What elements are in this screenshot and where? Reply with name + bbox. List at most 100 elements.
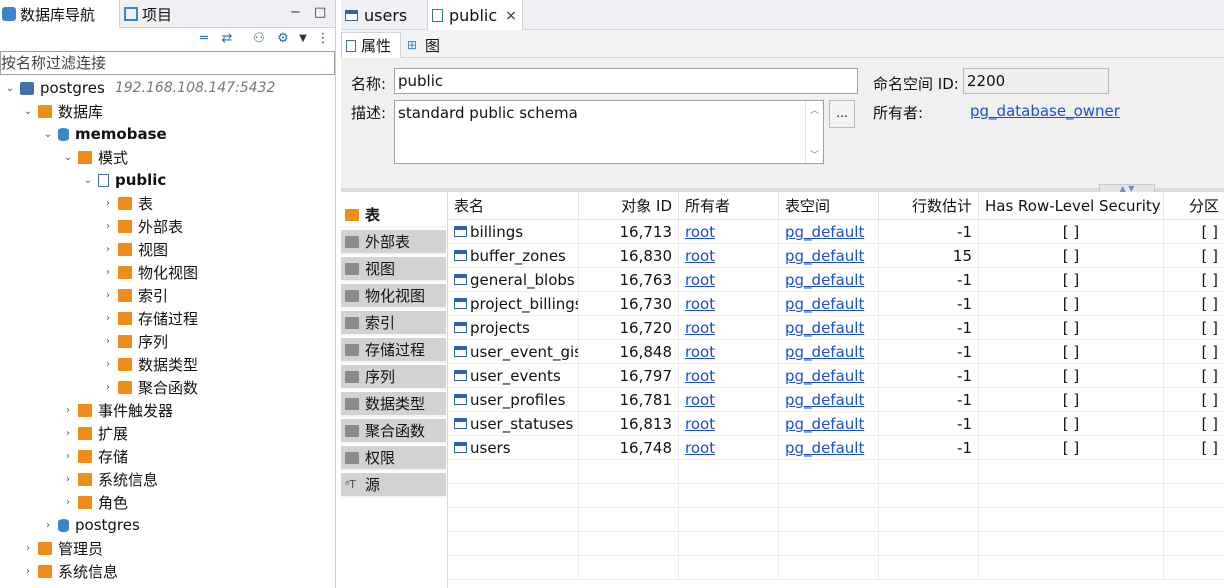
cell-owner-link[interactable]: root bbox=[679, 220, 779, 244]
tab-projects[interactable]: 项目 bbox=[122, 0, 202, 28]
cell-owner-link[interactable]: root bbox=[679, 268, 779, 292]
tree-node-system-info[interactable]: › 系统信息 bbox=[62, 468, 158, 490]
cell-tablespace-link[interactable]: pg_default bbox=[779, 412, 879, 436]
new-connection-icon[interactable]: ⚇ bbox=[250, 31, 268, 47]
column-header-partition[interactable]: 分区 bbox=[1164, 192, 1224, 220]
chevron-right-icon[interactable]: › bbox=[22, 543, 34, 554]
column-header-row-estimate[interactable]: 行数估计 bbox=[879, 192, 979, 220]
cell-tablespace-link[interactable]: pg_default bbox=[779, 268, 879, 292]
folder-item-procedures[interactable]: 存储过程 bbox=[341, 338, 446, 363]
tree-node-foreign-tables[interactable]: › 外部表 bbox=[102, 215, 183, 237]
chevron-right-icon[interactable]: › bbox=[102, 313, 114, 324]
edit-description-button[interactable]: ... bbox=[829, 100, 855, 128]
chevron-down-icon[interactable]: ▼ bbox=[294, 31, 312, 47]
chevron-right-icon[interactable]: › bbox=[102, 290, 114, 301]
cell-tablespace-link[interactable]: pg_default bbox=[779, 340, 879, 364]
folder-item-aggregates[interactable]: 聚合函数 bbox=[341, 419, 446, 444]
owner-link[interactable]: pg_database_owner bbox=[970, 102, 1120, 120]
chevron-right-icon[interactable]: › bbox=[102, 359, 114, 370]
table-row[interactable]: users 16,748 root pg_default -1[ ][ ] bbox=[448, 436, 1224, 460]
connect-icon[interactable]: ⚙ bbox=[274, 31, 292, 47]
tree-node-administrators[interactable]: › 管理员 bbox=[22, 537, 103, 559]
cell-tablespace-link[interactable]: pg_default bbox=[779, 244, 879, 268]
tree-node-extensions[interactable]: › 扩展 bbox=[62, 422, 128, 444]
cell-owner-link[interactable]: root bbox=[679, 436, 779, 460]
chevron-right-icon[interactable]: › bbox=[102, 267, 114, 278]
tree-node-schemas[interactable]: ⌄ 模式 bbox=[62, 146, 128, 168]
namespace-id-field[interactable]: 2200 bbox=[963, 68, 1109, 94]
folder-item-sequences[interactable]: 序列 bbox=[341, 365, 446, 390]
chevron-right-icon[interactable]: › bbox=[42, 520, 54, 531]
table-row[interactable]: user_statuses 16,813 root pg_default -1[ ][ … bbox=[448, 412, 1224, 436]
cell-tablespace-link[interactable]: pg_default bbox=[779, 220, 879, 244]
folder-item-indexes[interactable]: 索引 bbox=[341, 311, 446, 336]
cell-owner-link[interactable]: root bbox=[679, 292, 779, 316]
folder-item-materialized-views[interactable]: 物化视图 bbox=[341, 284, 446, 309]
column-header-tablespace[interactable]: 表空间 bbox=[779, 192, 879, 220]
cell-owner-link[interactable]: root bbox=[679, 364, 779, 388]
cell-owner-link[interactable]: root bbox=[679, 244, 779, 268]
tree-node-db-postgres[interactable]: › postgres bbox=[42, 514, 140, 536]
tree-node-tables[interactable]: › 表 bbox=[102, 192, 153, 214]
tree-node-event-triggers[interactable]: › 事件触发器 bbox=[62, 399, 173, 421]
table-row[interactable]: projects 16,720 root pg_default -1[ ][ ] bbox=[448, 316, 1224, 340]
tab-public[interactable]: public × bbox=[427, 0, 523, 31]
tree-node-views[interactable]: › 视图 bbox=[102, 238, 168, 260]
tree-node-databases[interactable]: ⌄ 数据库 bbox=[22, 100, 103, 122]
chevron-down-icon[interactable]: ⌄ bbox=[42, 129, 54, 140]
chevron-right-icon[interactable]: › bbox=[102, 336, 114, 347]
chevron-right-icon[interactable]: › bbox=[22, 566, 34, 577]
column-header-table-name[interactable]: 表名 bbox=[448, 192, 579, 220]
cell-owner-link[interactable]: root bbox=[679, 340, 779, 364]
more-menu-icon[interactable]: ⋮ bbox=[314, 31, 332, 47]
connection-filter-input[interactable]: 按名称过滤连接 bbox=[0, 51, 335, 75]
tree-node-data-types[interactable]: › 数据类型 bbox=[102, 353, 198, 375]
maximize-button[interactable]: □ bbox=[314, 5, 326, 20]
table-row[interactable]: user_events 16,797 root pg_default -1[ ][ ] bbox=[448, 364, 1224, 388]
tab-users[interactable]: users bbox=[341, 0, 425, 30]
cell-owner-link[interactable]: root bbox=[679, 388, 779, 412]
table-row[interactable]: user_event_gists16,848rootpg_default-1[ … bbox=[448, 340, 1224, 364]
tab-database-navigator[interactable]: 数据库导航 bbox=[0, 0, 120, 28]
folder-item-data-types[interactable]: 数据类型 bbox=[341, 392, 446, 417]
chevron-right-icon[interactable]: › bbox=[62, 497, 74, 508]
chevron-right-icon[interactable]: › bbox=[102, 244, 114, 255]
cell-owner-link[interactable]: root bbox=[679, 412, 779, 436]
chevron-right-icon[interactable]: › bbox=[62, 474, 74, 485]
tree-node-indexes[interactable]: › 索引 bbox=[102, 284, 168, 306]
cell-tablespace-link[interactable]: pg_default bbox=[779, 436, 879, 460]
table-row[interactable]: buffer_zones 16,830 root pg_default 15[ ][ ] bbox=[448, 244, 1224, 268]
minimize-button[interactable]: − bbox=[290, 5, 301, 20]
description-field[interactable]: standard public schema ︿ ﹀ bbox=[394, 100, 824, 164]
cell-tablespace-link[interactable]: pg_default bbox=[779, 364, 879, 388]
folder-item-views[interactable]: 视图 bbox=[341, 257, 446, 282]
tree-node-db-memobase[interactable]: ⌄ memobase bbox=[42, 123, 167, 145]
chevron-down-icon[interactable]: ⌄ bbox=[82, 175, 94, 186]
table-row[interactable]: general_blobs 16,763 root pg_default -1[ ][ … bbox=[448, 268, 1224, 292]
folder-item-foreign-tables[interactable]: 外部表 bbox=[341, 230, 446, 255]
chevron-right-icon[interactable]: › bbox=[62, 428, 74, 439]
tree-node-aggregates[interactable]: › 聚合函数 bbox=[102, 376, 198, 398]
chevron-right-icon[interactable]: › bbox=[102, 198, 114, 209]
tree-node-schema-public[interactable]: ⌄ public bbox=[82, 169, 167, 191]
chevron-down-icon[interactable]: ⌄ bbox=[62, 152, 74, 163]
collapse-all-icon[interactable]: ═ bbox=[195, 31, 213, 47]
tree-node-storage[interactable]: › 存储 bbox=[62, 445, 128, 467]
table-row[interactable]: billings 16,713 root pg_default -1[ ][ ] bbox=[448, 220, 1224, 244]
folder-item-source[interactable]: ᵃT 源 bbox=[341, 473, 446, 498]
cell-tablespace-link[interactable]: pg_default bbox=[779, 316, 879, 340]
tree-node-materialized-views[interactable]: › 物化视图 bbox=[102, 261, 198, 283]
folder-item-tables[interactable]: 表 bbox=[341, 203, 446, 228]
column-header-rls[interactable]: Has Row-Level Security bbox=[979, 192, 1164, 220]
cell-tablespace-link[interactable]: pg_default bbox=[779, 292, 879, 316]
tab-properties[interactable]: 属性 bbox=[341, 32, 401, 58]
cell-tablespace-link[interactable]: pg_default bbox=[779, 388, 879, 412]
tree-node-connection[interactable]: ⌄ postgres 192.168.108.147:5432 bbox=[4, 77, 276, 99]
column-header-object-id[interactable]: 对象 ID bbox=[579, 192, 679, 220]
tree-node-roles[interactable]: › 角色 bbox=[62, 491, 128, 513]
chevron-right-icon[interactable]: › bbox=[102, 382, 114, 393]
name-field[interactable]: public bbox=[394, 68, 858, 94]
chevron-up-icon[interactable]: ︿ bbox=[810, 103, 819, 116]
tab-diagram[interactable]: ⊞ 图 bbox=[403, 32, 447, 58]
cell-owner-link[interactable]: root bbox=[679, 316, 779, 340]
